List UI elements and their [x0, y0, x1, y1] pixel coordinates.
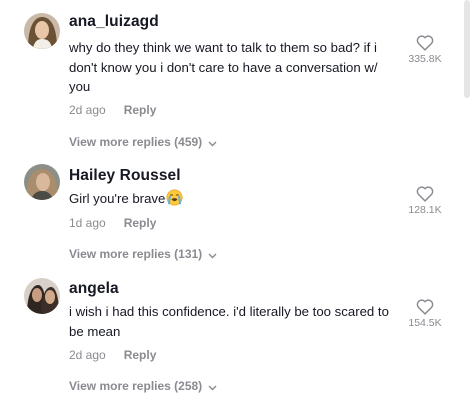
heart-outline-icon[interactable] — [416, 35, 434, 51]
like-control[interactable]: 335.8K — [400, 35, 450, 65]
comment-meta: 1d ago Reply — [69, 216, 156, 230]
loudly-crying-face-icon — [166, 189, 183, 212]
reply-button[interactable]: Reply — [124, 103, 157, 117]
view-more-replies-button[interactable]: View more replies (258) — [69, 379, 217, 394]
view-more-replies-button[interactable]: View more replies (459) — [69, 135, 217, 150]
view-more-label: View more replies (131) — [69, 247, 203, 261]
comment-time: 1d ago — [69, 216, 106, 230]
avatar[interactable] — [24, 278, 60, 314]
scrollbar[interactable] — [464, 0, 470, 98]
comment-text-content: Girl you're brave — [69, 191, 166, 206]
like-count: 128.1K — [408, 204, 442, 216]
view-more-label: View more replies (258) — [69, 379, 203, 393]
chevron-down-icon — [208, 136, 217, 150]
avatar[interactable] — [24, 13, 60, 49]
comment-text: why do they think we want to talk to the… — [69, 40, 378, 95]
chevron-down-icon — [208, 248, 217, 262]
avatar[interactable] — [24, 164, 60, 200]
comment-meta: 2d ago Reply — [69, 348, 156, 362]
comment-text: i wish i had this confidence. i'd litera… — [69, 304, 389, 339]
comment-username[interactable]: Hailey Roussel — [69, 167, 181, 185]
reply-button[interactable]: Reply — [124, 216, 157, 230]
reply-button[interactable]: Reply — [124, 348, 157, 362]
comment-meta: 2d ago Reply — [69, 103, 156, 117]
comment-username[interactable]: ana_luizagd — [69, 13, 159, 31]
view-more-replies-button[interactable]: View more replies (131) — [69, 247, 217, 262]
like-control[interactable]: 154.5K — [400, 299, 450, 329]
heart-outline-icon[interactable] — [416, 299, 434, 315]
comment-time: 2d ago — [69, 103, 106, 117]
heart-outline-icon[interactable] — [416, 186, 434, 202]
like-count: 335.8K — [408, 53, 442, 65]
view-more-label: View more replies (459) — [69, 135, 203, 149]
like-control[interactable]: 128.1K — [400, 186, 450, 216]
comment-text: Girl you're brave — [69, 189, 399, 212]
comment-username[interactable]: angela — [69, 280, 119, 298]
like-count: 154.5K — [408, 317, 442, 329]
comment-time: 2d ago — [69, 348, 106, 362]
chevron-down-icon — [208, 380, 217, 394]
